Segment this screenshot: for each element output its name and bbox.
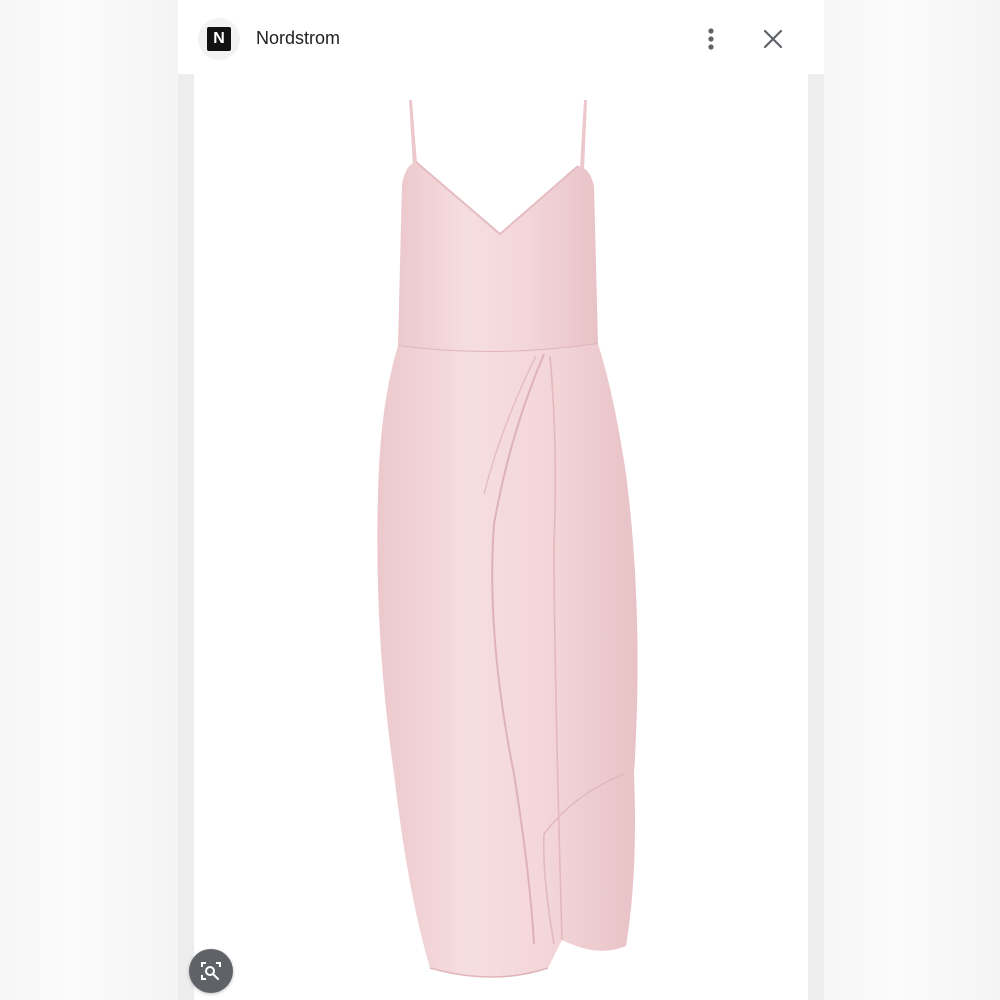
nordstrom-logo-icon: N (207, 27, 231, 51)
viewer-header: N Nordstrom (178, 0, 824, 74)
dress-illustration (377, 100, 638, 978)
image-border-left (178, 74, 194, 1000)
more-options-button[interactable] (696, 22, 726, 56)
image-border-right (808, 74, 824, 1000)
close-icon (763, 29, 783, 49)
blurred-background-right (824, 0, 1000, 1000)
blurred-background-left (0, 0, 178, 1000)
visual-search-button[interactable] (189, 949, 233, 993)
viewer-stage: N Nordstrom (0, 0, 1000, 1000)
close-button[interactable] (756, 22, 790, 56)
site-favicon: N (198, 18, 240, 60)
site-name[interactable]: Nordstrom (256, 28, 340, 49)
image-viewer-panel: N Nordstrom (178, 0, 824, 1000)
image-frame (178, 74, 824, 1000)
product-image[interactable] (194, 74, 808, 1000)
more-vert-icon (708, 28, 714, 50)
visual-search-icon (201, 962, 221, 980)
